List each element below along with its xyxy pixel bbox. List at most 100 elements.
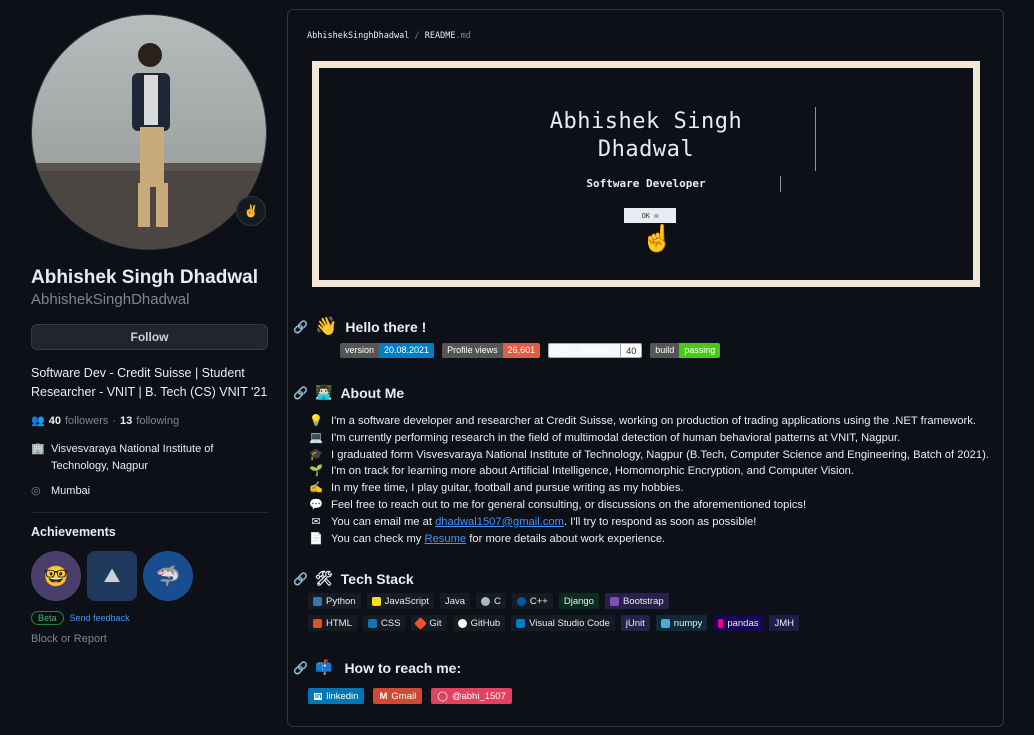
- anchor-link-icon[interactable]: 🔗: [293, 320, 308, 334]
- location-row: ◎ Mumbai: [31, 483, 268, 500]
- reach-section: 🔗 📫 How to reach me: in linkedin M Gmail ◯…: [293, 659, 512, 704]
- people-icon: 👥: [31, 415, 45, 427]
- laptop-icon: 💻: [309, 431, 323, 444]
- contact-links: in linkedin M Gmail ◯ @abhi_1507: [308, 688, 512, 704]
- tech-badge-junit[interactable]: jUnit: [620, 615, 650, 631]
- tech-badge-python[interactable]: Python: [308, 593, 361, 609]
- instagram-badge[interactable]: ◯ @abhi_1507: [431, 688, 512, 704]
- beta-row: Beta Send feedback: [31, 611, 268, 625]
- followers-label[interactable]: followers: [65, 415, 108, 427]
- breadcrumb-ext: .md: [455, 31, 471, 41]
- about-section: 🔗 👨🏻‍💻 About Me 💡 I'm a software develope…: [293, 384, 998, 547]
- css3-icon: [367, 618, 377, 628]
- send-feedback-link[interactable]: Send feedback: [70, 613, 130, 623]
- tech-badge-javascript[interactable]: JavaScript: [366, 593, 434, 609]
- profile-display-name: Abhishek Singh Dhadwal: [31, 267, 258, 288]
- lightbulb-icon: 💡: [309, 415, 323, 427]
- breadcrumb-repo[interactable]: AbhishekSinghDhadwal: [307, 31, 409, 41]
- organization-row: 🏢 Visvesvaraya National Institute of Tec…: [31, 441, 268, 475]
- gmail-badge[interactable]: M Gmail: [373, 688, 423, 704]
- tech-badge-bootstrap[interactable]: Bootstrap: [604, 593, 669, 609]
- tech-badge-c[interactable]: C: [476, 593, 506, 609]
- about-heading: 🔗 👨🏻‍💻 About Me: [293, 384, 998, 401]
- github-icon: ◯: [559, 346, 572, 356]
- developer-icon: 👨🏻‍💻: [315, 384, 333, 400]
- following-count[interactable]: 13: [120, 415, 132, 427]
- linkedin-icon: in: [314, 692, 323, 700]
- achievement-badges: 🤓 ⛰ 🦈: [31, 551, 268, 601]
- resume-link[interactable]: Resume: [425, 533, 467, 545]
- html5-icon: [313, 618, 322, 628]
- achievements-title: Achievements: [31, 525, 116, 539]
- tech-badge-github[interactable]: GitHub: [452, 615, 506, 631]
- hello-title: Hello there !: [345, 318, 427, 335]
- anchor-link-icon[interactable]: 🔗: [293, 661, 308, 675]
- status-emoji-button[interactable]: ✌: [236, 196, 266, 226]
- shield-value: 40: [620, 344, 642, 357]
- list-item-text: I'm currently performing research in the…: [331, 431, 901, 444]
- pointer-hand-icon: ☝: [641, 223, 674, 253]
- list-item: ✍ In my free time, I play guitar, footbal…: [309, 480, 998, 497]
- follow-button[interactable]: Follow: [31, 324, 268, 350]
- banner-name-line2: Dhadwal: [597, 137, 695, 162]
- achievement-quickdraw-badge[interactable]: 🤓: [31, 551, 81, 601]
- list-item-text: I'm on track for learning more about Art…: [331, 465, 855, 478]
- tech-badge-html[interactable]: HTML: [308, 615, 357, 631]
- followers-count[interactable]: 40: [49, 415, 61, 427]
- following-label[interactable]: following: [136, 415, 179, 427]
- tech-badge-pandas[interactable]: pandas: [713, 615, 764, 631]
- tech-badge-django[interactable]: Django: [558, 593, 599, 609]
- list-item: 💡 I'm a software developer and researcher…: [309, 413, 998, 430]
- bootstrap-icon: [609, 596, 619, 606]
- shield-label: Profile views: [442, 343, 503, 358]
- achievement-arctic-badge[interactable]: ⛰: [87, 551, 137, 601]
- document-icon: 📄: [309, 532, 323, 545]
- writing-hand-icon: ✍: [309, 482, 323, 495]
- tech-badge-vscode[interactable]: Visual Studio Code: [511, 615, 615, 631]
- profile-views-shield[interactable]: Profile views 26,601: [442, 343, 541, 358]
- organization: Visvesvaraya National Institute of Techn…: [51, 443, 214, 472]
- tech-badge-cpp[interactable]: C++: [511, 593, 553, 609]
- email-link[interactable]: dhadwal1507@gmail.com: [435, 516, 564, 528]
- banner-role: Software Developer: [586, 177, 706, 190]
- follow-stats: 👥 40 followers · 13 following: [31, 414, 268, 428]
- tech-badge-git[interactable]: Git: [411, 615, 447, 631]
- banner-terminal: Abhishek Singh Dhadwal Software Develope…: [319, 68, 973, 280]
- anchor-link-icon[interactable]: 🔗: [293, 572, 308, 586]
- block-report-link[interactable]: Block or Report: [31, 633, 268, 645]
- tech-row-1: Python JavaScript Java C C++ Django Boot…: [308, 593, 799, 609]
- tech-badge-numpy[interactable]: numpy: [655, 615, 708, 631]
- list-item: 💬 Feel free to reach out to me for genera…: [309, 497, 998, 514]
- avatar[interactable]: [31, 14, 267, 250]
- banner-ok-button[interactable]: OK ✉: [624, 208, 676, 223]
- achievement-shark-badge[interactable]: 🦈: [143, 551, 193, 601]
- tech-badge-css[interactable]: CSS: [362, 615, 406, 631]
- banner-name-line1: Abhishek Singh: [549, 109, 743, 134]
- build-shield[interactable]: build passing: [650, 343, 721, 358]
- list-item-text: In my free time, I play guitar, football…: [331, 482, 684, 495]
- location-icon: ◎: [31, 485, 41, 497]
- anchor-link-icon[interactable]: 🔗: [293, 386, 308, 400]
- shield-value: 26,601: [502, 343, 541, 358]
- breadcrumb-separator: /: [414, 31, 420, 41]
- beta-badge: Beta: [31, 611, 64, 625]
- numpy-icon: [660, 618, 670, 628]
- wave-icon: 👋: [315, 316, 338, 336]
- banner-name: Abhishek Singh Dhadwal: [319, 108, 973, 164]
- seedling-icon: 🌱: [309, 465, 323, 478]
- list-item-text: You can check my Resume for more details…: [331, 532, 666, 545]
- breadcrumb: AbhishekSinghDhadwal / README.md: [307, 31, 471, 41]
- list-item: ✉ You can email me at dhadwal1507@gmail.…: [309, 514, 998, 531]
- location: Mumbai: [51, 485, 91, 497]
- version-shield[interactable]: version 20.08.2021: [340, 343, 435, 358]
- linkedin-badge[interactable]: in linkedin: [308, 688, 365, 704]
- envelope-icon: ✉: [311, 515, 321, 528]
- tech-badge-jmh[interactable]: JMH: [769, 615, 800, 631]
- git-icon: [414, 616, 428, 630]
- shield-row: version 20.08.2021 Profile views 26,601 …: [340, 343, 721, 358]
- readme-banner: Abhishek Singh Dhadwal Software Develope…: [312, 61, 980, 287]
- avatar-container: ✌: [31, 14, 267, 250]
- tech-badge-java[interactable]: Java: [439, 593, 471, 609]
- github-follow-shield[interactable]: ◯ Follow 40: [548, 343, 643, 358]
- vscode-icon: [516, 618, 526, 628]
